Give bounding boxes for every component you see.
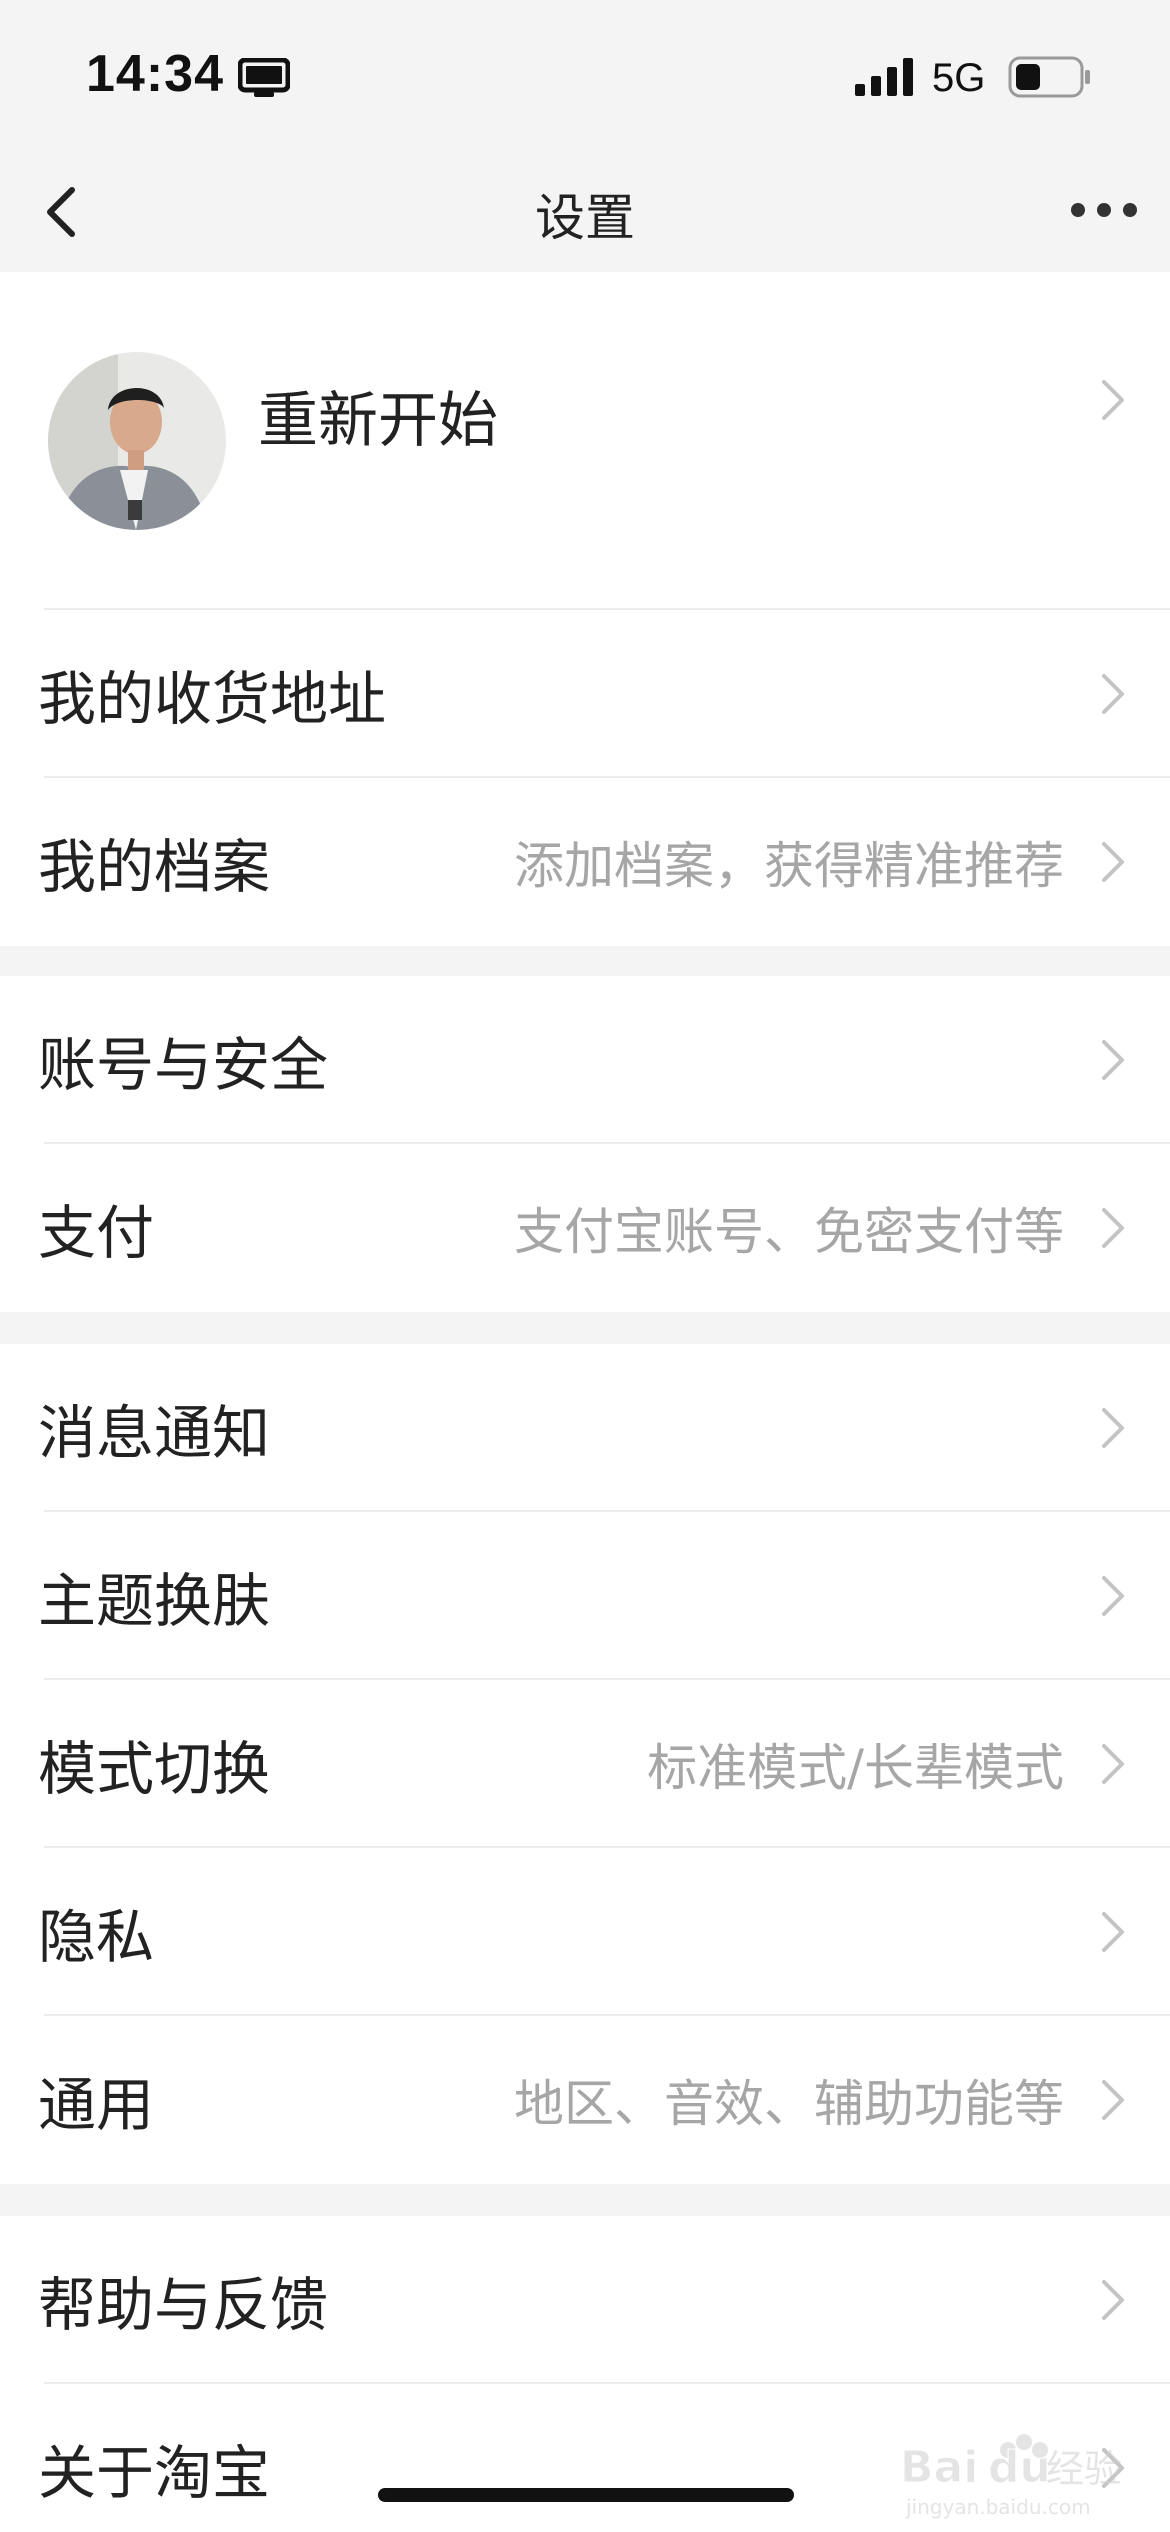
row-hint: 支付宝账号、免密支付等 bbox=[514, 1203, 1064, 1261]
row-label: 关于淘宝 bbox=[38, 2439, 271, 2507]
chevron-right-icon bbox=[1102, 1744, 1124, 1784]
row-label: 隐私 bbox=[38, 1903, 155, 1971]
settings-row-help-feedback[interactable]: 帮助与反馈 bbox=[0, 2216, 1170, 2384]
chevron-right-icon bbox=[1102, 1576, 1124, 1616]
settings-group-preferences: 消息通知 主题换肤 模式切换 标准模式/长辈模式 隐私 通用 地区、音效、辅助功… bbox=[0, 1344, 1170, 2184]
row-label: 账号与安全 bbox=[38, 1031, 329, 1099]
settings-row-notifications[interactable]: 消息通知 bbox=[0, 1344, 1170, 1512]
avatar[interactable] bbox=[48, 352, 226, 530]
row-label: 模式切换 bbox=[38, 1735, 271, 1803]
row-label: 通用 bbox=[38, 2071, 155, 2139]
page-title: 设置 bbox=[535, 189, 635, 247]
settings-row-privacy[interactable]: 隐私 bbox=[0, 1848, 1170, 2016]
settings-row-my-archive[interactable]: 我的档案 添加档案，获得精准推荐 bbox=[0, 778, 1170, 946]
chevron-right-icon bbox=[1102, 1208, 1124, 1248]
battery-icon bbox=[1008, 56, 1090, 98]
settings-row-mode-switch[interactable]: 模式切换 标准模式/长辈模式 bbox=[0, 1680, 1170, 1848]
settings-group-profile: 重新开始 我的收货地址 我的档案 添加档案，获得精准推荐 bbox=[0, 272, 1170, 946]
row-hint: 标准模式/长辈模式 bbox=[647, 1739, 1064, 1797]
row-hint: 地区、音效、辅助功能等 bbox=[514, 2075, 1064, 2133]
row-label: 消息通知 bbox=[38, 1399, 271, 1467]
screen-mirroring-icon bbox=[238, 58, 290, 97]
chevron-right-icon bbox=[1102, 674, 1124, 714]
settings-row-general[interactable]: 通用 地区、音效、辅助功能等 bbox=[0, 2016, 1170, 2184]
row-label: 我的收货地址 bbox=[38, 665, 387, 733]
chevron-right-icon bbox=[1102, 842, 1124, 882]
avatar-image bbox=[48, 352, 226, 530]
status-bar: 14:34 5G bbox=[0, 0, 1170, 150]
settings-row-theme[interactable]: 主题换肤 bbox=[0, 1512, 1170, 1680]
settings-row-account-security[interactable]: 账号与安全 bbox=[0, 976, 1170, 1144]
row-label: 我的档案 bbox=[38, 833, 271, 901]
settings-group-account: 账号与安全 支付 支付宝账号、免密支付等 bbox=[0, 976, 1170, 1312]
chevron-right-icon bbox=[1102, 2080, 1124, 2120]
row-label: 主题换肤 bbox=[38, 1567, 271, 1635]
chevron-right-icon bbox=[1102, 1912, 1124, 1952]
more-dots-icon[interactable] bbox=[1068, 198, 1140, 222]
row-label: 帮助与反馈 bbox=[38, 2271, 329, 2339]
svg-text:经验: 经验 bbox=[1046, 2447, 1122, 2491]
chevron-right-icon bbox=[1102, 1408, 1124, 1448]
baidu-watermark-logo: Bai du 经验 jingyan.baidu.com bbox=[900, 2434, 1122, 2519]
chevron-right-icon bbox=[1102, 380, 1124, 420]
chevron-right-icon bbox=[1102, 2280, 1124, 2320]
svg-text:du: du bbox=[988, 2442, 1051, 2493]
signal-icon bbox=[855, 58, 913, 96]
network-type: 5G bbox=[932, 56, 986, 100]
row-hint: 添加档案，获得精准推荐 bbox=[514, 837, 1064, 895]
home-indicator[interactable] bbox=[378, 2488, 794, 2502]
svg-text:Bai: Bai bbox=[900, 2442, 978, 2493]
chevron-right-icon bbox=[1102, 1040, 1124, 1080]
status-time: 14:34 bbox=[86, 45, 224, 103]
row-label: 支付 bbox=[38, 1199, 155, 1267]
settings-row-payment[interactable]: 支付 支付宝账号、免密支付等 bbox=[0, 1144, 1170, 1312]
svg-text:jingyan.baidu.com: jingyan.baidu.com bbox=[905, 2495, 1091, 2519]
profile-row[interactable]: 重新开始 bbox=[0, 272, 1170, 610]
settings-row-shipping-address[interactable]: 我的收货地址 bbox=[0, 610, 1170, 778]
profile-name: 重新开始 bbox=[258, 386, 498, 456]
navigation-bar: 设置 bbox=[0, 150, 1170, 272]
